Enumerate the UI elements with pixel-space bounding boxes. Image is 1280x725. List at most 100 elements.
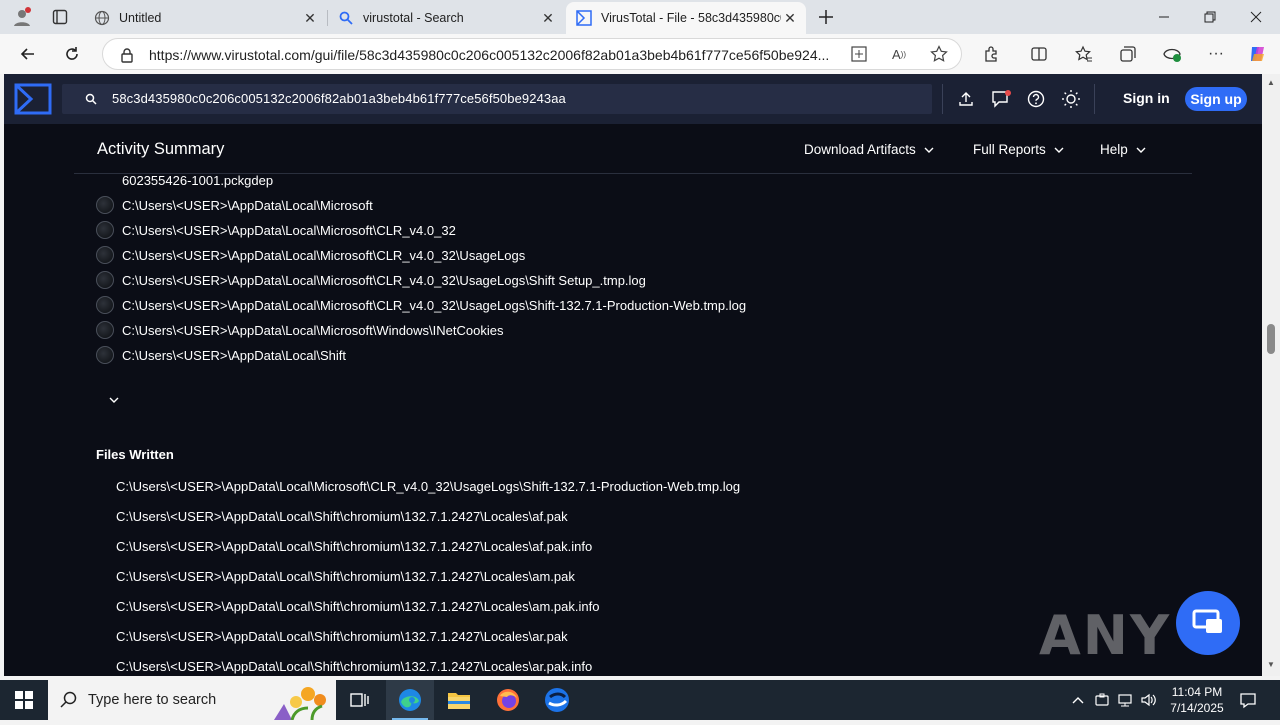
browser-tab-strip: Untitled ✕ virustotal - Search ✕ VirusTo… [0,0,1280,34]
copilot-icon[interactable] [1244,40,1272,68]
header-divider [1094,84,1095,114]
search-highlight-flowers-icon [262,680,334,725]
menu-label: Full Reports [973,142,1046,157]
show-hidden-icons-chevron-icon[interactable] [1068,690,1088,710]
chat-support-button[interactable] [1176,591,1240,655]
taskbar-clock[interactable]: 11:04 PM 7/14/2025 [1162,684,1232,716]
refresh-icon[interactable] [58,40,86,68]
expand-chevron-down-icon[interactable] [107,394,121,406]
list-item: C:\Users\<USER>\AppData\Local\Microsoft\… [96,269,646,291]
volume-icon[interactable] [1139,690,1159,710]
collections-icon[interactable] [1114,40,1142,68]
browser-essentials-icon[interactable] [1158,40,1186,68]
firefox-icon[interactable] [484,680,532,720]
close-icon[interactable]: ✕ [302,10,318,26]
tab-actions-icon[interactable] [46,3,74,31]
full-reports-menu[interactable]: Full Reports [973,142,1064,157]
table-row: C:\Users\<USER>\AppData\Local\Microsoft\… [116,479,741,494]
help-menu[interactable]: Help [1100,142,1146,157]
menu-label: Help [1100,142,1128,157]
favorite-star-icon[interactable] [925,40,953,68]
list-item: C:\Users\<USER>\AppData\Local\Microsoft\… [96,219,456,241]
folder-bullet-icon [96,296,114,314]
chevron-down-icon [1136,147,1146,153]
list-item: C:\Users\<USER>\AppData\Local\Shift [96,344,346,366]
edge-taskbar-icon[interactable] [386,680,434,720]
list-item: C:\Users\<USER>\AppData\Local\Microsoft [96,194,373,216]
folder-bullet-icon [96,221,114,239]
sign-up-button[interactable]: Sign up [1185,87,1247,111]
scroll-up-icon[interactable]: ▲ [1267,78,1275,87]
globe-icon [94,10,110,26]
download-artifacts-menu[interactable]: Download Artifacts [804,142,934,157]
task-view-icon[interactable] [336,680,384,720]
header-divider [942,84,943,114]
tab-title: Untitled [119,11,162,25]
activity-summary-header: Activity Summary Download Artifacts Full… [74,124,1192,174]
app-available-icon[interactable] [845,40,873,68]
folder-bullet-icon [96,196,114,214]
folder-bullet-icon [96,321,114,339]
clock-date: 7/14/2025 [1170,701,1224,715]
new-tab-icon[interactable] [812,3,840,31]
notifications-icon[interactable] [1238,690,1258,710]
sign-in-link[interactable]: Sign in [1123,90,1170,106]
menu-label: Download Artifacts [804,142,916,157]
list-item: C:\Users\<USER>\AppData\Local\Microsoft\… [96,244,525,266]
more-options-icon[interactable]: ··· [1202,40,1230,68]
windows-taskbar: Type here to search 11:04 PM 7/14/2025 [0,680,1280,721]
windows-start-icon[interactable] [0,680,48,720]
favorites-icon[interactable] [1070,40,1098,68]
close-icon[interactable]: ✕ [782,10,798,26]
scroll-thumb[interactable] [1267,324,1275,354]
chevron-down-icon [924,147,934,153]
vt-header: 58c3d435980c0c206c005132c2006f82ab01a3be… [4,74,1262,124]
address-bar[interactable]: https://www.virustotal.com/gui/file/58c3… [102,38,962,70]
vt-search-input[interactable]: 58c3d435980c0c206c005132c2006f82ab01a3be… [62,84,932,114]
list-item: 602355426-1001.pckgdep [122,172,274,188]
theme-toggle-icon[interactable] [1060,88,1082,110]
taskbar-search-placeholder: Type here to search [88,692,217,708]
restore-icon[interactable] [1187,0,1233,34]
close-window-icon[interactable] [1233,0,1279,34]
page-scrollbar[interactable]: ▲ ▼ [1262,74,1280,676]
tab-untitled[interactable]: Untitled ✕ [84,2,326,34]
activity-summary-title: Activity Summary [97,140,225,158]
tab-virustotal-search[interactable]: virustotal - Search ✕ [328,2,564,34]
folder-bullet-icon [96,246,114,264]
help-icon[interactable] [1025,88,1047,110]
tab-title: VirusTotal - File - 58c3d435980c0 [601,11,781,25]
shift-browser-icon[interactable] [533,680,581,720]
split-screen-icon[interactable] [1025,40,1053,68]
upload-icon[interactable] [955,88,977,110]
file-explorer-icon[interactable] [435,680,483,720]
table-row: C:\Users\<USER>\AppData\Local\Shift\chro… [116,659,593,674]
back-icon[interactable] [14,40,42,68]
search-icon [60,691,78,714]
files-written-heading: Files Written [96,447,174,462]
chat-icon [1192,609,1222,633]
list-item: C:\Users\<USER>\AppData\Local\Microsoft\… [96,294,746,316]
profile-icon[interactable] [8,3,36,31]
community-chat-icon[interactable] [990,88,1012,110]
close-icon[interactable]: ✕ [540,10,556,26]
tab-title: virustotal - Search [363,11,464,25]
table-row: C:\Users\<USER>\AppData\Local\Shift\chro… [116,629,568,644]
defender-icon[interactable] [1092,690,1112,710]
search-icon [80,88,102,110]
read-aloud-icon[interactable]: A)) [885,40,913,68]
virustotal-logo-icon[interactable] [14,83,52,115]
virustotal-icon [576,10,592,26]
network-icon[interactable] [1115,690,1135,710]
list-item: C:\Users\<USER>\AppData\Local\Microsoft\… [96,319,503,341]
tab-virustotal-file[interactable]: VirusTotal - File - 58c3d435980c0 ✕ [566,2,806,34]
lock-icon[interactable] [113,41,141,69]
table-row: C:\Users\<USER>\AppData\Local\Shift\chro… [116,509,568,524]
minimize-icon[interactable] [1141,0,1187,34]
scroll-down-icon[interactable]: ▼ [1267,660,1275,669]
extensions-icon[interactable] [977,40,1005,68]
table-row: C:\Users\<USER>\AppData\Local\Shift\chro… [116,539,593,554]
taskbar-search-box[interactable]: Type here to search [48,680,336,721]
table-row: C:\Users\<USER>\AppData\Local\Shift\chro… [116,599,600,614]
chevron-down-icon [1054,147,1064,153]
